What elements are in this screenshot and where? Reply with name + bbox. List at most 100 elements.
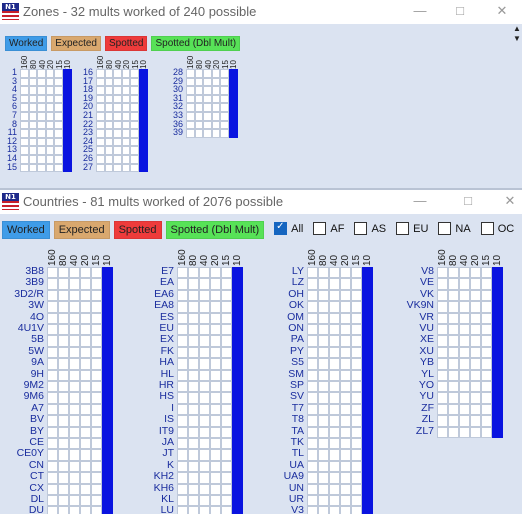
band-cell-160[interactable]	[307, 369, 318, 381]
band-cell-40[interactable]	[329, 346, 340, 359]
band-cell-40[interactable]	[37, 120, 46, 130]
band-cell-40[interactable]	[113, 155, 122, 164]
band-cell-20[interactable]	[470, 312, 481, 324]
band-cell-160[interactable]	[307, 495, 318, 507]
band-cell-160[interactable]	[307, 449, 318, 461]
band-cell-160[interactable]	[47, 267, 58, 279]
band-cell-160[interactable]	[177, 335, 188, 347]
band-cell-15[interactable]	[221, 324, 232, 336]
band-cell-10[interactable]	[232, 301, 243, 313]
band-cell-20[interactable]	[45, 94, 55, 104]
band-cell-15[interactable]	[130, 103, 139, 112]
band-cell-80[interactable]	[104, 94, 114, 104]
scroll-up-icon[interactable]: ▲	[512, 24, 522, 34]
band-cell-160[interactable]	[177, 472, 188, 484]
band-cell-10[interactable]	[232, 278, 243, 290]
band-cell-10[interactable]	[62, 94, 72, 104]
band-cell-15[interactable]	[91, 472, 102, 484]
band-cell-15[interactable]	[130, 112, 139, 121]
band-cell-10[interactable]	[138, 137, 148, 147]
band-cell-80[interactable]	[58, 392, 69, 404]
band-cell-80[interactable]	[318, 289, 329, 302]
band-cell-10[interactable]	[62, 155, 72, 164]
band-cell-15[interactable]	[221, 392, 232, 404]
band-cell-160[interactable]	[186, 112, 195, 121]
band-cell-80[interactable]	[104, 129, 114, 138]
band-cell-160[interactable]	[96, 77, 105, 87]
band-cell-10[interactable]	[232, 312, 243, 324]
band-cell-15[interactable]	[130, 163, 139, 173]
band-cell-80[interactable]	[58, 278, 69, 290]
band-cell-160[interactable]	[177, 278, 188, 290]
band-cell-40[interactable]	[113, 120, 122, 130]
band-cell-160[interactable]	[20, 69, 29, 78]
band-cell-20[interactable]	[80, 278, 91, 290]
minimize-icon[interactable]: —	[412, 3, 428, 19]
band-cell-80[interactable]	[448, 324, 459, 336]
band-cell-15[interactable]	[221, 506, 232, 514]
band-cell-20[interactable]	[80, 392, 91, 404]
band-cell-40[interactable]	[329, 506, 340, 514]
band-cell-40[interactable]	[459, 278, 470, 290]
band-cell-80[interactable]	[318, 278, 329, 290]
band-cell-160[interactable]	[47, 381, 58, 393]
band-cell-10[interactable]	[492, 301, 503, 313]
band-cell-160[interactable]	[47, 369, 58, 381]
band-cell-10[interactable]	[62, 77, 72, 87]
band-cell-160[interactable]	[307, 438, 318, 450]
band-cell-160[interactable]	[20, 86, 29, 95]
band-cell-80[interactable]	[188, 483, 199, 495]
band-cell-10[interactable]	[102, 289, 113, 302]
band-cell-10[interactable]	[362, 392, 373, 404]
band-cell-10[interactable]	[228, 94, 238, 104]
band-cell-10[interactable]	[362, 324, 373, 336]
band-cell-10[interactable]	[492, 358, 503, 370]
band-cell-10[interactable]	[362, 301, 373, 313]
band-cell-40[interactable]	[199, 506, 210, 514]
band-cell-80[interactable]	[58, 415, 69, 427]
band-cell-160[interactable]	[20, 103, 29, 112]
band-cell-20[interactable]	[340, 358, 351, 370]
band-cell-40[interactable]	[459, 358, 470, 370]
band-cell-40[interactable]	[329, 301, 340, 313]
band-cell-15[interactable]	[54, 69, 63, 78]
band-cell-80[interactable]	[188, 472, 199, 484]
band-cell-15[interactable]	[221, 460, 232, 473]
band-cell-160[interactable]	[307, 267, 318, 279]
band-cell-15[interactable]	[91, 403, 102, 416]
band-cell-160[interactable]	[96, 129, 105, 138]
band-cell-80[interactable]	[58, 472, 69, 484]
band-cell-15[interactable]	[130, 120, 139, 130]
band-cell-15[interactable]	[91, 506, 102, 514]
band-cell-40[interactable]	[459, 289, 470, 302]
band-cell-80[interactable]	[28, 77, 38, 87]
band-cell-160[interactable]	[177, 267, 188, 279]
band-cell-160[interactable]	[307, 403, 318, 416]
band-cell-40[interactable]	[69, 278, 80, 290]
band-cell-10[interactable]	[228, 120, 238, 130]
band-cell-40[interactable]	[113, 103, 122, 112]
band-cell-40[interactable]	[459, 324, 470, 336]
band-cell-80[interactable]	[194, 94, 204, 104]
band-cell-10[interactable]	[102, 403, 113, 416]
band-cell-80[interactable]	[188, 346, 199, 359]
band-cell-160[interactable]	[47, 495, 58, 507]
band-cell-80[interactable]	[448, 312, 459, 324]
band-cell-80[interactable]	[318, 392, 329, 404]
band-cell-15[interactable]	[130, 94, 139, 104]
band-cell-80[interactable]	[58, 346, 69, 359]
band-cell-40[interactable]	[329, 449, 340, 461]
band-cell-80[interactable]	[188, 495, 199, 507]
band-cell-20[interactable]	[80, 324, 91, 336]
band-cell-80[interactable]	[28, 137, 38, 147]
band-cell-10[interactable]	[102, 335, 113, 347]
band-cell-15[interactable]	[91, 301, 102, 313]
band-cell-20[interactable]	[340, 449, 351, 461]
band-cell-15[interactable]	[481, 369, 492, 381]
band-cell-15[interactable]	[351, 426, 362, 438]
band-cell-80[interactable]	[448, 346, 459, 359]
band-cell-80[interactable]	[28, 112, 38, 121]
band-cell-40[interactable]	[329, 289, 340, 302]
band-cell-10[interactable]	[232, 506, 243, 514]
band-cell-20[interactable]	[470, 381, 481, 393]
